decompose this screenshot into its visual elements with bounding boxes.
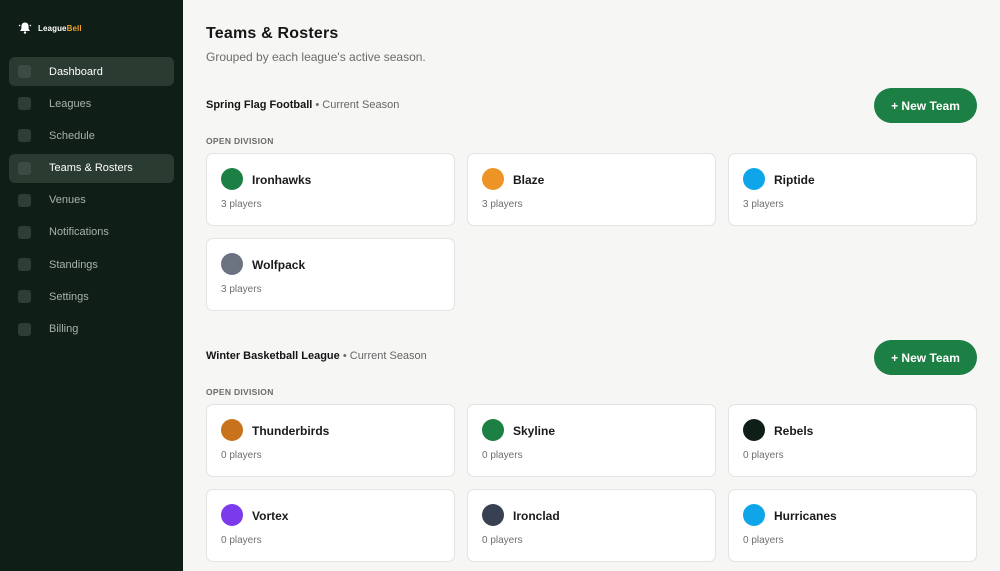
team-player-count: 3 players	[221, 199, 262, 210]
team-color-dot	[221, 253, 243, 275]
billing-icon	[18, 322, 31, 336]
sidebar-nav: Dashboard Leagues Schedule Teams & Roste…	[9, 57, 174, 347]
league-season: • Current Season	[339, 350, 427, 362]
brand-logo[interactable]: LeagueBell	[18, 20, 82, 36]
team-name: Skyline	[513, 424, 556, 438]
team-color-dot	[743, 419, 765, 441]
league-name: Winter Basketball League	[206, 350, 340, 362]
team-player-count: 0 players	[743, 450, 784, 461]
team-name: Wolfpack	[252, 258, 306, 272]
team-card-skyline[interactable]: Skyline 0 players	[467, 404, 716, 477]
team-player-count: 0 players	[482, 535, 523, 546]
page-subtitle: Grouped by each league's active season.	[206, 50, 426, 64]
team-card-blaze[interactable]: Blaze 3 players	[467, 153, 716, 226]
league-header: Winter Basketball League • Current Seaso…	[206, 350, 427, 362]
team-name: Rebels	[774, 424, 814, 438]
sidebar: LeagueBell Dashboard Leagues Schedule Te…	[0, 0, 183, 571]
team-name: Vortex	[252, 509, 289, 523]
sidebar-item-label: Billing	[49, 323, 79, 335]
new-team-button[interactable]: + New Team	[874, 88, 977, 123]
venues-icon	[18, 193, 31, 207]
settings-icon	[18, 290, 31, 304]
team-player-count: 0 players	[221, 450, 262, 461]
sidebar-item-label: Venues	[49, 194, 86, 207]
team-card-vortex[interactable]: Vortex 0 players	[206, 489, 455, 562]
new-team-button[interactable]: + New Team	[874, 340, 977, 375]
sidebar-item-label: Dashboard	[49, 65, 103, 78]
team-player-count: 0 players	[221, 535, 262, 546]
team-name: Hurricanes	[774, 509, 837, 523]
standings-icon	[18, 258, 31, 272]
team-card-rebels[interactable]: Rebels 0 players	[728, 404, 977, 477]
team-name: Thunderbirds	[252, 424, 330, 438]
team-color-dot	[221, 168, 243, 190]
team-card-hurricanes[interactable]: Hurricanes 0 players	[728, 489, 977, 562]
team-card-riptide[interactable]: Riptide 3 players	[728, 153, 977, 226]
brand-name-accent: Bell	[66, 23, 82, 33]
sidebar-item-label: Schedule	[49, 129, 95, 142]
sidebar-item-billing[interactable]: Billing	[9, 315, 174, 344]
team-player-count: 0 players	[743, 535, 784, 546]
page-title: Teams & Rosters	[206, 25, 339, 42]
schedule-icon	[18, 129, 31, 143]
team-player-count: 3 players	[221, 284, 262, 295]
brand-name-primary: League	[38, 23, 67, 33]
sidebar-item-teams-rosters[interactable]: Teams & Rosters	[9, 153, 174, 183]
league-season: • Current Season	[312, 99, 400, 111]
sidebar-item-dashboard[interactable]: Dashboard	[9, 57, 174, 86]
team-color-dot	[221, 419, 243, 441]
team-card-ironclad[interactable]: Ironclad 0 players	[467, 489, 716, 562]
league-header: Spring Flag Football • Current Season	[206, 99, 399, 111]
team-color-dot	[743, 168, 765, 190]
team-color-dot	[743, 504, 765, 526]
team-color-dot	[221, 504, 243, 526]
team-color-dot	[482, 168, 504, 190]
team-name: Riptide	[774, 173, 815, 187]
sidebar-item-label: Leagues	[49, 97, 92, 110]
teams-icon	[18, 161, 31, 175]
team-color-dot	[482, 504, 504, 526]
sidebar-item-label: Teams & Rosters	[49, 162, 133, 175]
notifications-icon	[18, 225, 31, 239]
brand-name: LeagueBell	[38, 24, 82, 33]
bell-icon	[18, 22, 32, 34]
team-card-thunderbirds[interactable]: Thunderbirds 0 players	[206, 404, 455, 477]
sidebar-item-label: Standings	[49, 258, 98, 271]
sidebar-item-notifications[interactable]: Notifications	[9, 218, 174, 247]
sidebar-item-leagues[interactable]: Leagues	[9, 89, 174, 118]
sidebar-item-label: Settings	[49, 290, 89, 303]
team-card-wolfpack[interactable]: Wolfpack 3 players	[206, 238, 455, 311]
team-player-count: 0 players	[482, 450, 523, 461]
team-color-dot	[482, 419, 504, 441]
team-name: Ironhawks	[252, 173, 312, 187]
sidebar-item-schedule[interactable]: Schedule	[9, 121, 174, 150]
league-name: Spring Flag Football	[206, 99, 313, 111]
division-label: OPEN DIVISION	[206, 387, 274, 397]
team-name: Blaze	[513, 173, 545, 187]
dashboard-icon	[18, 65, 31, 78]
team-player-count: 3 players	[743, 199, 784, 210]
team-name: Ironclad	[513, 509, 560, 523]
sidebar-item-label: Notifications	[49, 226, 109, 239]
main-content: Teams & Rosters Grouped by each league's…	[183, 0, 1000, 571]
team-card-ironhawks[interactable]: Ironhawks 3 players	[206, 153, 455, 226]
leagues-icon	[18, 97, 31, 111]
sidebar-item-standings[interactable]: Standings	[9, 250, 174, 279]
sidebar-item-venues[interactable]: Venues	[9, 186, 174, 215]
division-label: OPEN DIVISION	[206, 136, 274, 146]
team-player-count: 3 players	[482, 199, 523, 210]
sidebar-item-settings[interactable]: Settings	[9, 282, 174, 311]
